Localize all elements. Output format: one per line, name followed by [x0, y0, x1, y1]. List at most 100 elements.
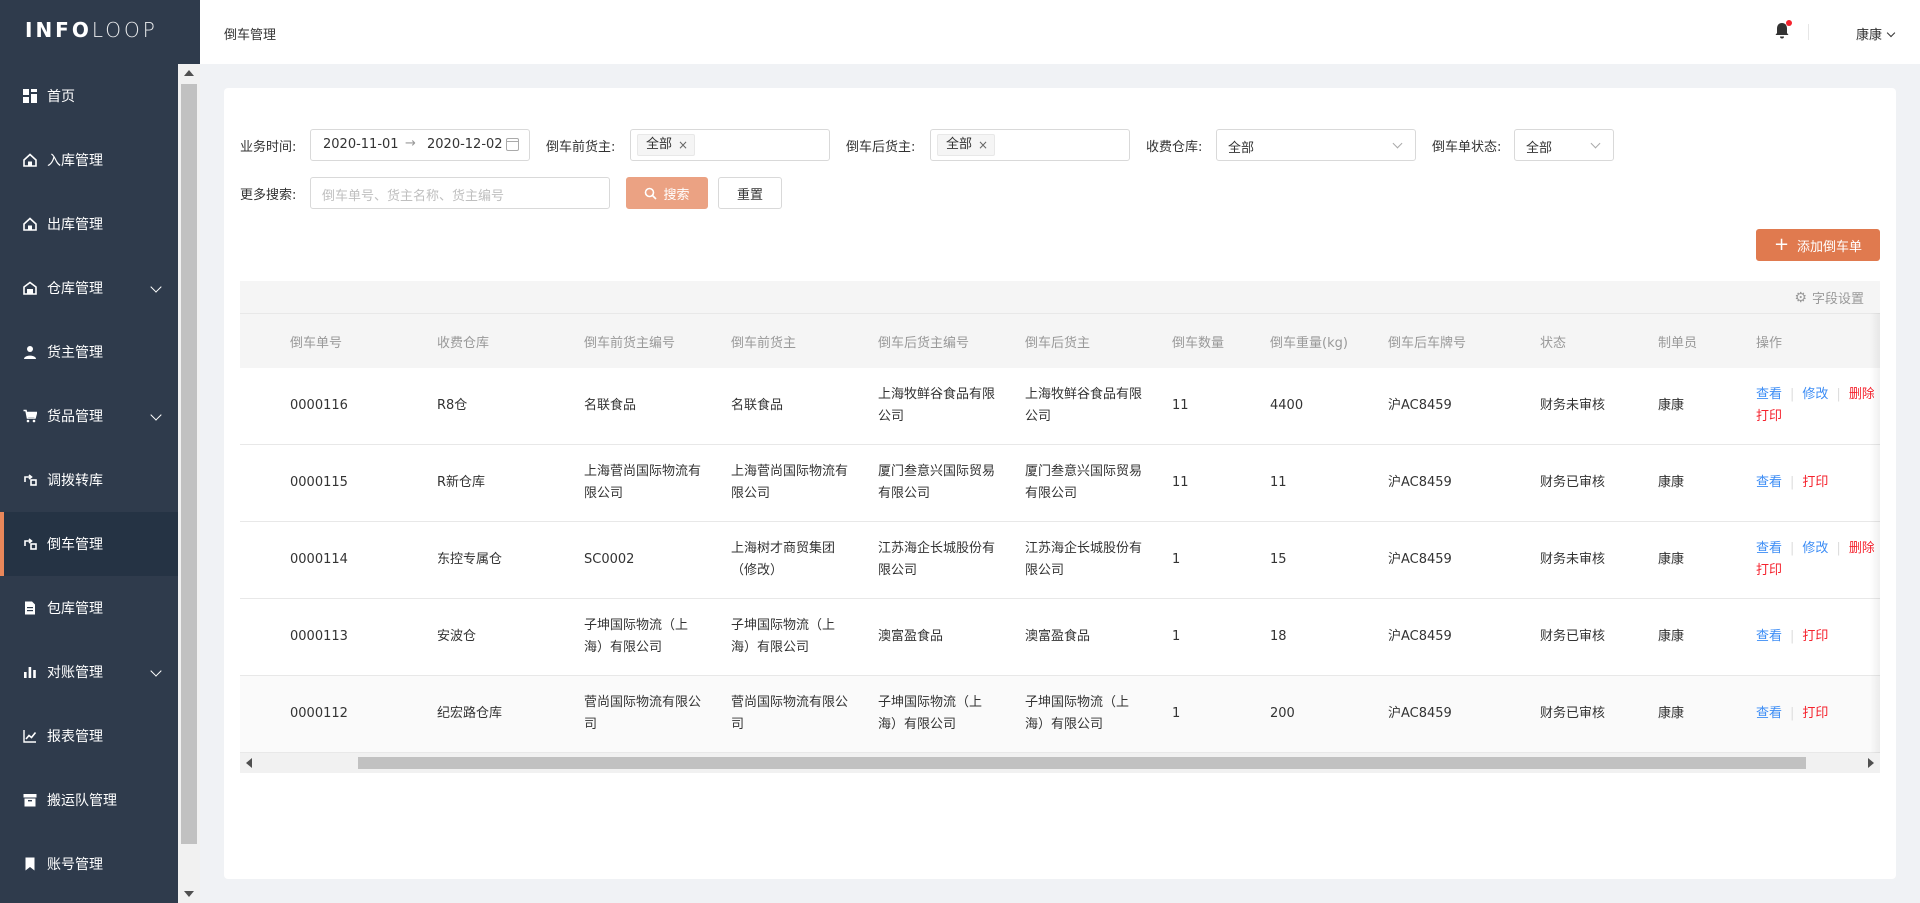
- after-owner-select[interactable]: 全部 ×: [930, 129, 1130, 161]
- box-icon: [22, 792, 38, 808]
- cell-status: 财务已审核: [1540, 475, 1606, 490]
- bar-chart-icon: [22, 664, 38, 680]
- sidebar-scrollbar[interactable]: [178, 64, 200, 903]
- plus-icon: +: [1773, 234, 1790, 255]
- home-in-icon: [22, 152, 38, 168]
- scroll-down-arrow[interactable]: [184, 891, 194, 897]
- breadcrumb: 倒车管理: [224, 28, 277, 43]
- sidebar-item-1[interactable]: 入库管理: [0, 128, 178, 192]
- field-settings-label: 字段设置: [1811, 292, 1864, 307]
- horizontal-scrollbar[interactable]: [240, 753, 1880, 773]
- print-link[interactable]: 打印: [1756, 563, 1782, 578]
- warehouse-value: 全部: [1228, 141, 1255, 156]
- action-divider: |: [1790, 387, 1795, 402]
- user-menu[interactable]: 康康: [1856, 24, 1896, 43]
- before-owner-select[interactable]: 全部 ×: [630, 129, 830, 161]
- cell-plate: 沪AC8459: [1388, 706, 1452, 721]
- sidebar-item-7[interactable]: 倒车管理: [0, 512, 178, 576]
- date-range-picker[interactable]: 2020-11-01 → 2020-12-02: [310, 129, 530, 161]
- sidebar-item-12[interactable]: 账号管理: [0, 832, 178, 896]
- gear-icon: ⚙: [1794, 289, 1807, 306]
- cell-warehouse: R8仓: [437, 398, 468, 413]
- search-button-label: 搜索: [663, 187, 690, 203]
- row-actions: 查看 | 打印: [1756, 703, 1828, 725]
- reset-button[interactable]: 重置: [718, 177, 782, 209]
- sidebar-item-6[interactable]: 调拨转库: [0, 448, 178, 512]
- sidebar-item-9[interactable]: 对账管理: [0, 640, 178, 704]
- cell-before_owner: 上海菅尚国际物流有限公司: [731, 464, 849, 501]
- cell-after_code: 上海牧鲜谷食品有限公司: [878, 387, 996, 424]
- scroll-right-arrow[interactable]: [1868, 758, 1874, 768]
- view-link[interactable]: 查看: [1756, 541, 1782, 556]
- after-owner-label: 倒车后货主:: [846, 140, 916, 155]
- sidebar-item-8[interactable]: 包库管理: [0, 576, 178, 640]
- scroll-up-arrow[interactable]: [184, 70, 194, 76]
- sidebar-item-5[interactable]: 货品管理: [0, 384, 178, 448]
- search-button[interactable]: 搜索: [626, 177, 708, 209]
- field-settings-button[interactable]: ⚙ 字段设置: [1794, 288, 1864, 308]
- view-link[interactable]: 查看: [1756, 706, 1782, 721]
- edit-link[interactable]: 修改: [1802, 387, 1828, 402]
- calendar-icon: [506, 138, 519, 151]
- scrollbar-thumb[interactable]: [358, 757, 1806, 769]
- cell-after_owner: 厦门叁意兴国际贸易有限公司: [1025, 464, 1143, 501]
- view-link[interactable]: 查看: [1756, 475, 1782, 490]
- cell-weight: 4400: [1270, 398, 1304, 413]
- cell-before_code: 上海菅尚国际物流有限公司: [584, 464, 702, 501]
- action-divider: |: [1790, 475, 1795, 490]
- more-search-input[interactable]: 倒车单号、货主名称、货主编号: [310, 177, 610, 209]
- warehouse-select[interactable]: 全部: [1216, 129, 1416, 161]
- user-icon: [22, 344, 38, 360]
- column-header: 收费仓库: [437, 336, 490, 351]
- cell-before_code: 名联食品: [584, 398, 637, 413]
- tag-close-icon[interactable]: ×: [978, 135, 988, 155]
- print-link[interactable]: 打印: [1802, 475, 1828, 490]
- user-name: 康康: [1856, 28, 1883, 43]
- cell-warehouse: 纪宏路仓库: [437, 706, 503, 721]
- sidebar-menu: 首页 入库管理 出库管理仓库管理货主管理货品管理 调拨转库 倒车管理 包库管理 对账管理报表…: [0, 64, 178, 896]
- chevron-down-icon: [150, 665, 162, 677]
- sidebar-item-label: 货主管理: [47, 345, 103, 361]
- bookmark-icon: [22, 856, 38, 872]
- sidebar-item-4[interactable]: 货主管理: [0, 320, 178, 384]
- column-header: 倒车数量: [1172, 336, 1225, 351]
- edit-link[interactable]: 修改: [1802, 541, 1828, 556]
- print-link[interactable]: 打印: [1756, 409, 1782, 424]
- cell-creator: 康康: [1658, 629, 1685, 644]
- print-link[interactable]: 打印: [1802, 706, 1828, 721]
- sidebar-item-11[interactable]: 搬运队管理: [0, 768, 178, 832]
- tag-close-icon[interactable]: ×: [678, 135, 688, 155]
- business-time-label: 业务时间:: [240, 140, 297, 155]
- data-table: ⚙ 字段设置 倒车单号 收费仓库 倒车前货主编号 倒车前货主 倒车后货主编号 倒车后货主倒…: [240, 281, 1880, 773]
- cell-before_owner: 子坤国际物流（上海）有限公司: [731, 618, 836, 655]
- app-logo[interactable]: INFO LOOP: [0, 0, 200, 60]
- cell-plate: 沪AC8459: [1388, 629, 1452, 644]
- column-header: 倒车前货主编号: [584, 336, 676, 351]
- scrollbar-thumb[interactable]: [181, 84, 197, 844]
- cell-after_owner: 江苏海企长城股份有限公司: [1025, 541, 1143, 578]
- sidebar-item-label: 搬运队管理: [47, 793, 117, 809]
- sidebar-item-3[interactable]: 仓库管理: [0, 256, 178, 320]
- logo-bold-text: INFO: [25, 18, 92, 42]
- view-link[interactable]: 查看: [1756, 629, 1782, 644]
- chevron-down-icon: [150, 409, 162, 421]
- add-button-label: 添加倒车单: [1797, 239, 1863, 255]
- cell-before_code: 子坤国际物流（上海）有限公司: [584, 618, 689, 655]
- sidebar-item-0[interactable]: 首页: [0, 64, 178, 128]
- scroll-left-arrow[interactable]: [246, 758, 252, 768]
- bell-icon[interactable]: [1774, 20, 1792, 40]
- status-select[interactable]: 全部: [1514, 129, 1614, 161]
- column-header: 操作: [1756, 336, 1783, 351]
- view-link[interactable]: 查看: [1756, 387, 1782, 402]
- warehouse-label: 收费仓库:: [1146, 140, 1203, 155]
- sidebar-item-2[interactable]: 出库管理: [0, 192, 178, 256]
- sidebar-item-10[interactable]: 报表管理: [0, 704, 178, 768]
- action-divider: |: [1836, 541, 1841, 556]
- print-link[interactable]: 打印: [1802, 629, 1828, 644]
- sidebar-item-label: 仓库管理: [47, 281, 103, 297]
- cell-after_code: 子坤国际物流（上海）有限公司: [878, 695, 983, 732]
- sidebar-item-label: 报表管理: [47, 729, 103, 745]
- add-reverse-order-button[interactable]: + 添加倒车单: [1756, 229, 1880, 261]
- sidebar-item-label: 账号管理: [47, 857, 103, 873]
- cell-warehouse: 东控专属仓: [437, 552, 503, 567]
